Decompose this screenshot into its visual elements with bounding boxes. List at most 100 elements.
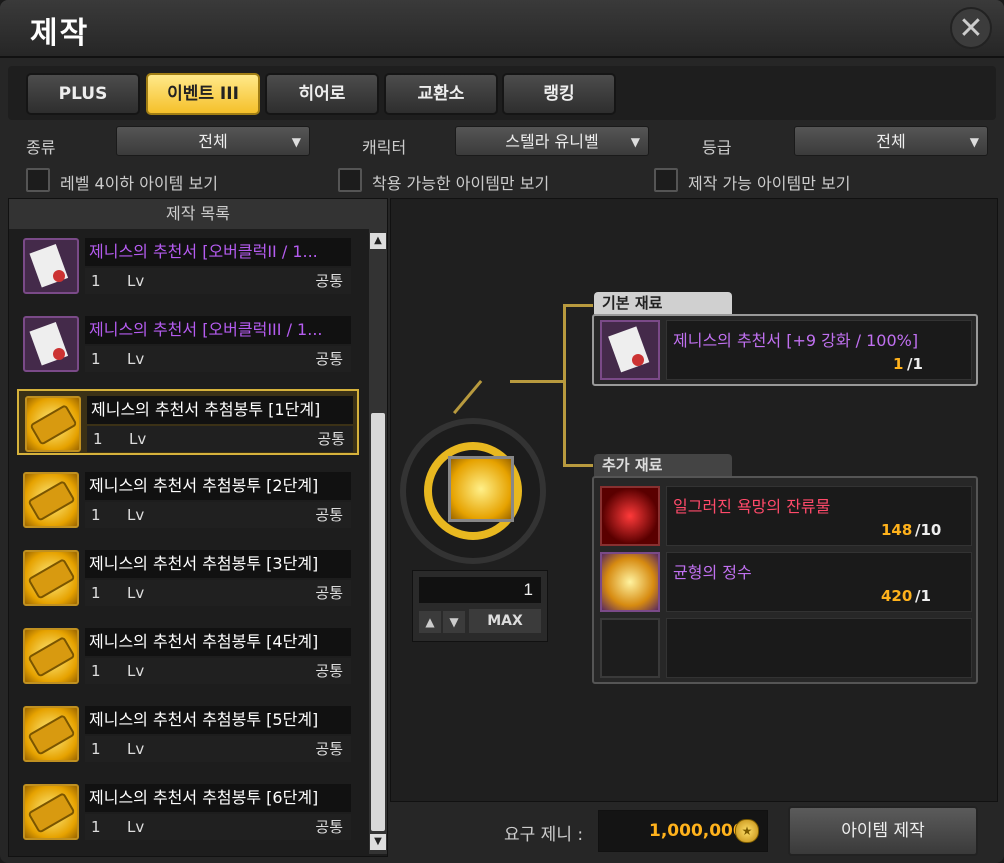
golden-ticket-icon: [23, 784, 79, 840]
type-select-value: 전체: [198, 132, 228, 151]
grade-select[interactable]: 전체 ▼: [794, 126, 988, 156]
material-row: 균형의 정수 420 /1: [600, 552, 972, 612]
character-select-value: 스텔라 유니벨: [505, 132, 599, 151]
quantity-down-icon[interactable]: ▼: [443, 611, 465, 633]
list-item-count: 1: [91, 584, 101, 602]
golden-ticket-icon: [23, 706, 79, 762]
material-have: 1: [893, 355, 904, 373]
list-item-class: 공통: [315, 350, 343, 368]
list-item-count: 1: [91, 818, 101, 836]
list-item-level: Lv: [127, 818, 145, 836]
material-have: 148: [881, 521, 913, 539]
material-info: 제니스의 추천서 [+9 강화 / 100%] 1 /1: [666, 320, 972, 380]
connector-line: [563, 304, 566, 466]
checkbox-craftable-only-label: 제작 가능 아이템만 보기: [688, 174, 851, 193]
quantity-up-icon[interactable]: ▲: [419, 611, 441, 633]
list-item[interactable]: 제니스의 추천서 [오버클럭II / 1... 1 Lv 공통: [17, 233, 359, 299]
list-item-level: Lv: [127, 506, 145, 524]
list-item-meta: 1 Lv 공통: [85, 346, 351, 372]
essence-of-balance-icon: [600, 552, 660, 612]
list-item-class: 공통: [315, 506, 343, 524]
material-need: /1: [915, 587, 931, 605]
distorted-desire-residue-icon: [600, 486, 660, 546]
checkbox-level-4-below-label: 레벨 4이하 아이템 보기: [60, 174, 218, 193]
tab-ranking[interactable]: 랭킹: [502, 73, 616, 115]
type-select[interactable]: 전체 ▼: [116, 126, 310, 156]
scroll-down-icon[interactable]: ▼: [370, 834, 386, 850]
recommendation-letter-icon: [23, 238, 79, 294]
close-button[interactable]: ✕: [950, 7, 992, 49]
list-item-meta: 1 Lv 공통: [85, 580, 351, 606]
list-item-name: 제니스의 추천서 추첨봉투 [6단계]: [85, 784, 351, 812]
material-have: 420: [881, 587, 913, 605]
list-item[interactable]: 제니스의 추천서 추첨봉투 [3단계] 1 Lv 공통: [17, 545, 359, 611]
golden-ticket-icon: [25, 396, 81, 452]
list-item-name: 제니스의 추천서 추첨봉투 [1단계]: [87, 396, 353, 424]
list-item-meta: 1 Lv 공통: [85, 502, 351, 528]
list-item-name: 제니스의 추천서 [오버클럭II / 1...: [85, 238, 351, 266]
list-item[interactable]: 제니스의 추천서 [오버클럭III / 1... 1 Lv 공통: [17, 311, 359, 377]
craft-list: 제니스의 추천서 [오버클럭II / 1... 1 Lv 공통 제니스의 추천서 [오버…: [9, 229, 367, 854]
list-item-level: Lv: [127, 740, 145, 758]
list-item[interactable]: 제니스의 추천서 추첨봉투 [4단계] 1 Lv 공통: [17, 623, 359, 689]
character-select[interactable]: 스텔라 유니벨 ▼: [455, 126, 649, 156]
scroll-up-icon[interactable]: ▲: [370, 233, 386, 249]
required-meso-box: 1,000,000 ★: [598, 810, 768, 852]
list-item-class: 공통: [315, 818, 343, 836]
base-materials-box: 제니스의 추천서 [+9 강화 / 100%] 1 /1: [592, 314, 978, 386]
chevron-down-icon: ▼: [291, 135, 301, 149]
list-item-level: Lv: [129, 430, 147, 448]
list-item[interactable]: 제니스의 추천서 추첨봉투 [2단계] 1 Lv 공통: [17, 467, 359, 533]
golden-ticket-icon: [23, 472, 79, 528]
quantity-input[interactable]: [419, 577, 541, 603]
max-button[interactable]: MAX: [469, 609, 541, 633]
list-item-level: Lv: [127, 272, 145, 290]
grade-select-value: 전체: [876, 132, 906, 151]
list-item-name: 제니스의 추천서 추첨봉투 [3단계]: [85, 550, 351, 578]
material-name: 일그러진 욕망의 잔류물: [673, 497, 831, 516]
list-item[interactable]: 제니스의 추천서 추첨봉투 [6단계] 1 Lv 공통: [17, 779, 359, 845]
golden-ticket-icon: [448, 456, 514, 522]
grade-filter-label: 등급: [702, 138, 732, 157]
tab-bar: PLUS 이벤트 III 히어로 교환소 랭킹: [8, 66, 996, 120]
craft-list-panel: 제작 목록 제니스의 추천서 [오버클럭II / 1... 1 Lv 공통 제니스의 추…: [8, 198, 388, 857]
material-info: 균형의 정수 420 /1: [666, 552, 972, 612]
material-need: /10: [915, 521, 942, 539]
scrollbar-thumb[interactable]: [371, 413, 385, 831]
list-item-meta: 1 Lv 공통: [85, 736, 351, 762]
list-item-meta: 1 Lv 공통: [87, 426, 353, 452]
list-scrollbar[interactable]: ▲ ▼: [369, 229, 387, 854]
list-item[interactable]: 제니스의 추천서 추첨봉투 [5단계] 1 Lv 공통: [17, 701, 359, 767]
material-row: 제니스의 추천서 [+9 강화 / 100%] 1 /1: [600, 320, 972, 380]
checkbox-level-4-below[interactable]: [26, 168, 50, 192]
list-item-class: 공통: [315, 662, 343, 680]
list-item[interactable]: 제니스의 추천서 추첨봉투 [1단계] 1 Lv 공통: [17, 389, 359, 455]
list-item-meta: 1 Lv 공통: [85, 658, 351, 684]
craft-item-button[interactable]: 아이템 제작: [788, 806, 978, 856]
required-meso-value: 1,000,000: [649, 821, 745, 841]
tab-event-3[interactable]: 이벤트 III: [146, 73, 260, 115]
checkbox-craftable-only[interactable]: [654, 168, 678, 192]
checkbox-wearable-only[interactable]: [338, 168, 362, 192]
list-item-level: Lv: [127, 350, 145, 368]
checkbox-wearable-only-label: 착용 가능한 아이템만 보기: [372, 174, 550, 193]
list-item-count: 1: [91, 272, 101, 290]
recommendation-letter-icon: [600, 320, 660, 380]
coin-icon: ★: [735, 819, 759, 843]
list-item-name: 제니스의 추천서 추첨봉투 [2단계]: [85, 472, 351, 500]
connector-line: [563, 464, 593, 467]
list-item-count: 1: [91, 740, 101, 758]
list-item-count: 1: [91, 350, 101, 368]
connector-line: [510, 380, 566, 383]
craft-list-header: 제작 목록: [9, 199, 387, 229]
tab-hero[interactable]: 히어로: [265, 73, 379, 115]
tab-exchange[interactable]: 교환소: [384, 73, 498, 115]
list-item-name: 제니스의 추천서 추첨봉투 [5단계]: [85, 706, 351, 734]
extra-materials-box: 일그러진 욕망의 잔류물 148 /10 균형의 정수 420 /1: [592, 476, 978, 684]
tab-plus[interactable]: PLUS: [26, 73, 140, 115]
title-bar: 제작 ✕: [0, 0, 1004, 58]
crafting-window: 제작 ✕ PLUS 이벤트 III 히어로 교환소 랭킹 종류 전체 ▼ 캐릭터…: [0, 0, 1004, 863]
list-item-level: Lv: [127, 584, 145, 602]
quantity-panel: ▲ ▼ MAX: [412, 570, 548, 642]
list-item-name: 제니스의 추천서 [오버클럭III / 1...: [85, 316, 351, 344]
